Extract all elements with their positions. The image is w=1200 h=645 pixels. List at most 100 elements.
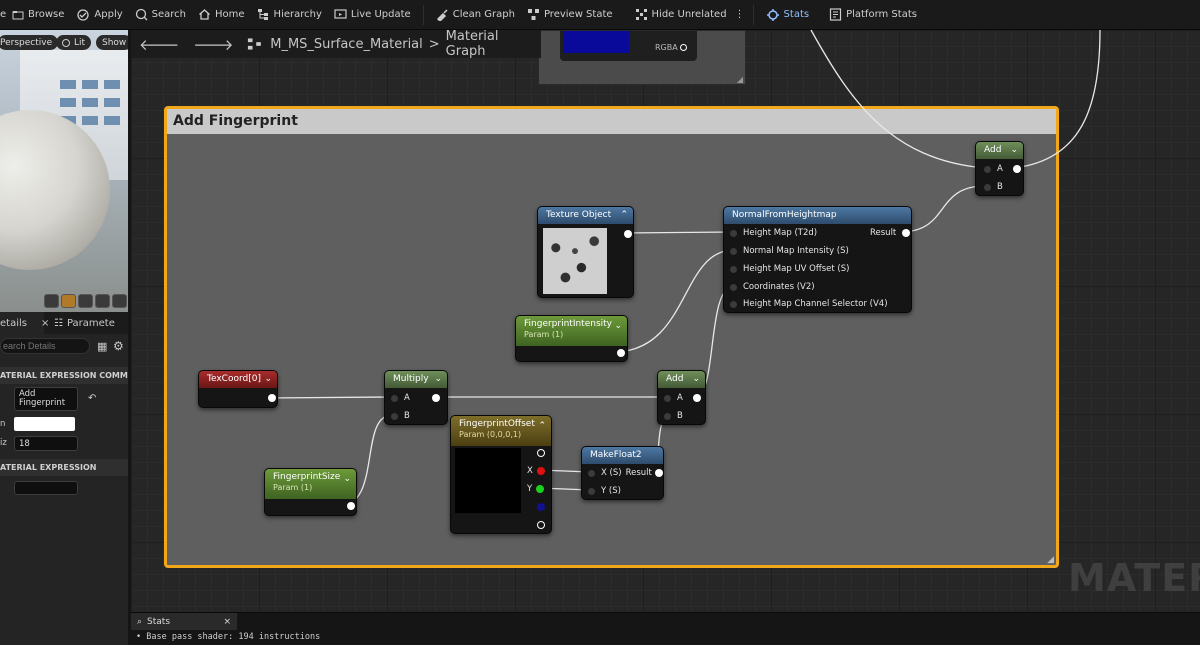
node-fingerprint-intensity[interactable]: FingerprintIntensity Param (1) ⌄	[515, 315, 628, 362]
chevron-up-icon: ⌃	[620, 210, 628, 220]
platform-stats-button[interactable]: Platform Stats	[823, 0, 923, 30]
chevron-down-icon: ⌄	[1010, 145, 1018, 155]
hierarchy-button[interactable]: Hierarchy	[251, 0, 328, 30]
settings-icon[interactable]: ⚙	[113, 339, 124, 353]
home-button[interactable]: Home	[192, 0, 251, 30]
live-update-button[interactable]: Live Update	[328, 0, 417, 30]
hide-unrelated-label: Hide Unrelated	[651, 9, 727, 20]
show-label: Show	[102, 37, 127, 48]
node-add-mid[interactable]: Add ⌄ A B	[657, 370, 706, 425]
pin-b: B	[984, 182, 1003, 192]
output-pin-icon[interactable]	[347, 502, 355, 510]
output-pin-rgba-icon[interactable]	[537, 449, 545, 457]
comment-text-field[interactable]: Add Fingerprint	[14, 387, 78, 411]
node-header: MakeFloat2	[582, 447, 663, 464]
node-fingerprint-offset[interactable]: FingerprintOffset Param (0,0,0,1) ⌃ X Y	[450, 415, 552, 534]
show-button[interactable]: Show	[96, 35, 128, 50]
node-texture-object[interactable]: Texture Object ⌃	[537, 206, 634, 298]
pin-a: A	[664, 393, 701, 403]
table-view-icon[interactable]: ▦	[97, 340, 107, 353]
lit-button[interactable]: Lit	[56, 35, 92, 50]
node-add-top[interactable]: Add ⌄ A B	[975, 141, 1024, 196]
preview-state-icon	[527, 9, 539, 20]
mesh-preview-button[interactable]	[112, 294, 127, 308]
preview-state-button[interactable]: Preview State	[521, 0, 619, 30]
clean-graph-label: Clean Graph	[452, 9, 515, 20]
node-header: FingerprintOffset Param (0,0,0,1) ⌃	[451, 416, 551, 446]
browse-button[interactable]: Browse	[6, 0, 70, 30]
input-pin-icon	[984, 183, 991, 191]
comment-resize-handle[interactable]: ◢	[1047, 555, 1054, 565]
apply-button[interactable]: Apply	[70, 0, 128, 30]
hierarchy-label: Hierarchy	[273, 9, 322, 20]
sphere-preview-button[interactable]	[61, 294, 76, 308]
expression-field[interactable]	[14, 481, 78, 495]
hide-unrelated-icon	[635, 9, 647, 20]
browse-label: Browse	[28, 9, 65, 20]
color-label: n	[0, 419, 6, 429]
graph-type-icon	[248, 38, 262, 50]
output-pin-blue-icon[interactable]	[537, 503, 545, 511]
live-update-icon	[334, 9, 347, 19]
preview-viewport[interactable]: Perspective Lit Show	[0, 30, 128, 312]
breadcrumb-separator: >	[428, 36, 440, 52]
output-pin-icon	[431, 394, 440, 402]
close-icon[interactable]: ×	[41, 318, 49, 329]
node-multiply[interactable]: Multiply ⌄ A B	[384, 370, 448, 425]
apply-label: Apply	[94, 9, 123, 20]
clean-graph-button[interactable]: Clean Graph	[430, 0, 521, 30]
output-pin-icon	[1012, 165, 1021, 173]
section-material-expression-comment[interactable]: ATERIAL EXPRESSION COMMENT	[0, 367, 128, 384]
search-button[interactable]: Search	[129, 0, 192, 30]
hide-unrelated-button[interactable]: Hide Unrelated	[629, 0, 733, 30]
cylinder-preview-button[interactable]	[44, 294, 59, 308]
pin-x-output: X	[527, 466, 545, 476]
breadcrumb-asset[interactable]: M_MS_Surface_Material	[270, 37, 423, 52]
plane-preview-button[interactable]	[78, 294, 93, 308]
node-header: Multiply ⌄	[385, 371, 447, 388]
node-texcoord[interactable]: TexCoord[0] ⌄	[198, 370, 278, 408]
pin-coordinates: Coordinates (V2)	[730, 282, 815, 292]
node-header: Add ⌄	[976, 142, 1023, 159]
font-size-field[interactable]: 18	[14, 436, 78, 451]
upper-node-partial[interactable]: RGBA ◢	[538, 30, 746, 85]
node-make-float2[interactable]: MakeFloat2 X (S) Result Y (S)	[581, 446, 664, 500]
comment-title[interactable]: Add Fingerprint	[167, 109, 1056, 134]
input-pin-icon	[984, 165, 991, 173]
tab-details[interactable]: etails ×	[0, 312, 49, 334]
breadcrumb-graph[interactable]: Material Graph	[446, 29, 535, 59]
output-pin-icon	[902, 229, 911, 237]
node-fingerprint-size[interactable]: FingerprintSize Param (1) ⌄	[264, 468, 357, 516]
stats-line: • Base pass shader: 194 instructions	[136, 632, 321, 642]
back-arrow-icon[interactable]: 🡐	[139, 35, 179, 54]
reset-icon[interactable]: ↶	[88, 393, 96, 404]
graph-watermark: MATERI	[1068, 556, 1200, 600]
tab-parameters[interactable]: ☷ Paramete	[50, 312, 119, 334]
search-label: Search	[151, 9, 187, 20]
output-pin-icon[interactable]	[624, 230, 632, 238]
pin-y-output: Y	[527, 484, 545, 494]
pin-height-map-uv-offset: Height Map UV Offset (S)	[730, 264, 849, 274]
tab-details-label: etails	[0, 317, 27, 329]
pin-b: B	[664, 411, 683, 421]
pin-y: Y (S)	[588, 486, 621, 496]
section-material-expression[interactable]: ATERIAL EXPRESSION	[0, 459, 128, 476]
details-panel: etails × ☷ Paramete ▦ ⚙ ATERIAL EXPRESSI…	[0, 312, 128, 645]
node-normal-from-heightmap[interactable]: NormalFromHeightmap Height Map (T2d) Res…	[723, 206, 912, 313]
comment-color-swatch[interactable]	[14, 417, 75, 431]
stats-tab[interactable]: ⌕ Stats ×	[131, 613, 237, 630]
output-pin-alpha-icon[interactable]	[537, 521, 545, 529]
perspective-button[interactable]: Perspective	[0, 35, 59, 50]
more-options-button[interactable]: ⋮	[733, 0, 747, 30]
output-pin-icon[interactable]	[268, 394, 276, 402]
output-pin-icon[interactable]	[617, 349, 625, 357]
close-icon[interactable]: ×	[223, 617, 231, 627]
live-update-label: Live Update	[350, 9, 411, 20]
forward-arrow-icon[interactable]: 🡒	[193, 35, 233, 54]
resize-handle[interactable]: ◢	[737, 75, 743, 84]
cube-preview-button[interactable]	[95, 294, 110, 308]
details-search-input[interactable]	[0, 338, 90, 354]
stats-button[interactable]: Stats	[760, 0, 816, 30]
font-size-label: iz	[0, 438, 7, 448]
output-pin-icon	[654, 469, 663, 477]
